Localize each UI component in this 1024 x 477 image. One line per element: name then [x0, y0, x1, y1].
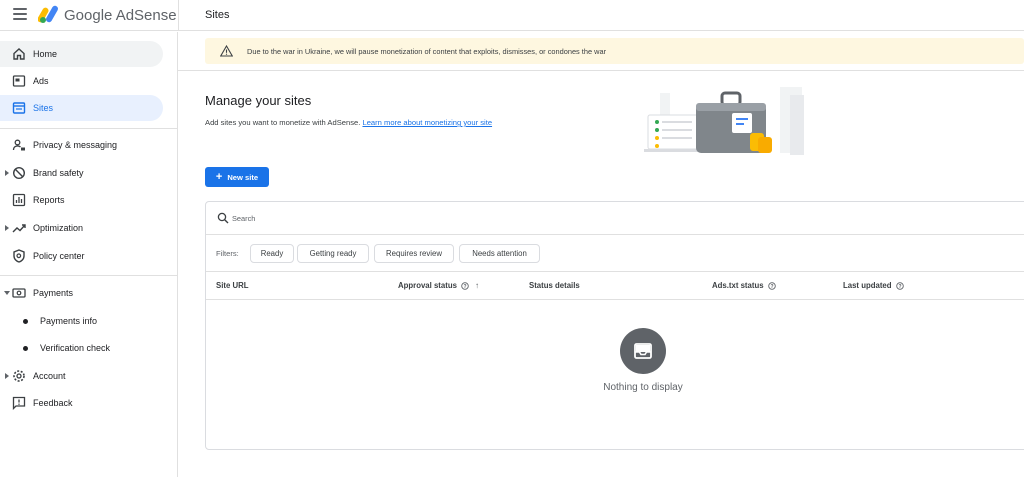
sidebar-divider — [0, 275, 178, 276]
header-divider — [178, 0, 179, 31]
svg-text:?: ? — [463, 284, 466, 290]
ads-icon — [12, 75, 26, 87]
sidebar-item-optimization[interactable]: Optimization — [0, 215, 163, 241]
warning-icon — [220, 45, 233, 57]
sidebar-item-home[interactable]: Home — [0, 41, 163, 67]
plus-icon: + — [215, 170, 223, 183]
filter-chip-needs-attention[interactable]: Needs attention — [459, 244, 540, 263]
section-subtitle: Add sites you want to monetize with AdSe… — [205, 118, 492, 127]
column-header-status-details[interactable]: Status details — [529, 281, 580, 290]
new-site-label: New site — [227, 172, 259, 182]
filters-label: Filters: — [216, 249, 239, 258]
column-header-ads-txt-status[interactable]: Ads.txt status ? — [712, 281, 776, 290]
learn-more-link[interactable]: Learn more about monetizing your site — [362, 118, 492, 127]
war-notice-banner: Due to the war in Ukraine, we will pause… — [205, 38, 1024, 64]
filter-chip-ready[interactable]: Ready — [250, 244, 294, 263]
filter-chip-requires-review[interactable]: Requires review — [374, 244, 454, 263]
svg-text:?: ? — [770, 284, 773, 290]
search-icon — [217, 212, 229, 224]
payments-icon — [12, 288, 26, 298]
top-app-bar: Google AdSense Sites — [0, 0, 1024, 31]
column-header-label: Last updated — [843, 281, 892, 290]
sidebar-item-brand-safety[interactable]: Brand safety — [0, 160, 163, 186]
search-input[interactable] — [232, 211, 732, 225]
column-header-site-url[interactable]: Site URL — [216, 281, 249, 290]
sidebar-item-label: Brand safety — [33, 168, 84, 178]
sidebar-item-account[interactable]: Account — [0, 363, 163, 389]
sidebar-item-reports[interactable]: Reports — [0, 187, 163, 213]
sidebar-divider — [0, 128, 178, 129]
sidebar-item-label: Ads — [33, 76, 49, 86]
bullet-icon — [23, 319, 28, 324]
help-icon[interactable]: ? — [767, 281, 776, 290]
filter-row: Filters: Ready Getting ready Requires re… — [206, 235, 1024, 272]
sidebar-item-payments-info[interactable]: Payments info — [0, 308, 163, 334]
page-title: Sites — [205, 9, 230, 21]
section-title: Manage your sites — [205, 93, 312, 108]
adsense-logo-icon — [38, 5, 58, 23]
sidebar-item-label: Verification check — [40, 343, 111, 353]
sidebar-item-label: Payments — [33, 288, 74, 298]
empty-state-text: Nothing to display — [603, 382, 683, 393]
banner-text: Due to the war in Ukraine, we will pause… — [247, 47, 607, 56]
column-header-last-updated[interactable]: Last updated ? — [843, 281, 904, 290]
home-icon — [13, 48, 25, 60]
sidebar-item-verification-check[interactable]: Verification check — [0, 335, 163, 361]
expand-caret-icon[interactable] — [5, 170, 9, 176]
sites-table-card: Filters: Ready Getting ready Requires re… — [205, 201, 1024, 450]
sidebar-item-policy-center[interactable]: Policy center — [0, 243, 163, 269]
menu-icon[interactable] — [13, 8, 27, 20]
bullet-icon — [23, 346, 28, 351]
collapse-caret-icon[interactable] — [4, 291, 10, 295]
sites-illustration-icon — [644, 87, 804, 155]
person-lock-icon — [12, 139, 25, 151]
sidebar-item-label: Account — [33, 371, 66, 381]
expand-caret-icon[interactable] — [5, 225, 9, 231]
help-icon[interactable]: ? — [461, 281, 469, 290]
sidebar-item-label: Policy center — [33, 251, 85, 261]
sidebar-item-label: Home — [33, 49, 58, 59]
filter-chip-getting-ready[interactable]: Getting ready — [297, 244, 369, 263]
svg-text:?: ? — [898, 284, 901, 290]
sidebar-item-privacy-messaging[interactable]: Privacy & messaging — [0, 132, 163, 158]
column-header-label: Approval status — [398, 281, 457, 290]
sidebar-item-label: Privacy & messaging — [33, 140, 118, 150]
policy-shield-icon — [13, 249, 25, 263]
sidebar-item-feedback[interactable]: Feedback — [0, 390, 163, 416]
column-header-label: Ads.txt status — [712, 281, 764, 290]
gear-icon — [13, 370, 25, 382]
column-header-label: Site URL — [216, 281, 249, 290]
bar-chart-icon — [12, 193, 26, 207]
empty-inbox-icon — [620, 328, 666, 374]
search-row — [206, 202, 1024, 235]
sidebar-item-label: Sites — [33, 103, 54, 113]
sort-arrow-up-icon[interactable]: ↑ — [475, 281, 479, 290]
inbox-icon — [634, 343, 652, 359]
sidebar: Home Ads Sites Privacy & messaging Brand… — [0, 32, 178, 477]
column-header-approval-status[interactable]: Approval status ? ↑ — [398, 281, 479, 290]
sidebar-item-sites[interactable]: Sites — [0, 95, 163, 121]
sidebar-item-label: Optimization — [33, 223, 84, 233]
sidebar-item-label: Payments info — [40, 316, 98, 326]
sidebar-item-label: Reports — [33, 195, 65, 205]
subtitle-text: Add sites you want to monetize with AdSe… — [205, 118, 361, 127]
sidebar-item-payments[interactable]: Payments — [0, 280, 163, 306]
sidebar-item-label: Feedback — [33, 398, 73, 408]
block-icon — [12, 166, 26, 180]
help-icon[interactable]: ? — [895, 281, 904, 290]
table-header-row: Site URL Approval status ? ↑ Status deta… — [206, 272, 1024, 300]
trending-up-icon — [12, 224, 26, 233]
expand-caret-icon[interactable] — [5, 373, 9, 379]
sidebar-item-ads[interactable]: Ads — [0, 68, 163, 94]
feedback-icon — [12, 396, 26, 410]
new-site-button[interactable]: + New site — [205, 167, 269, 187]
brand-name: Google AdSense — [64, 7, 177, 24]
sites-icon — [12, 102, 26, 114]
column-header-label: Status details — [529, 281, 580, 290]
content-divider — [178, 70, 1024, 71]
